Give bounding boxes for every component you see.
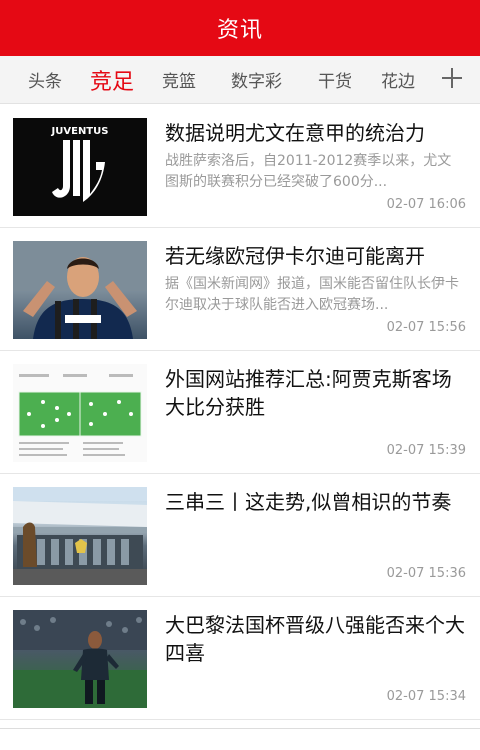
- category-tabs: 头条 竞足 竞篮 数字彩 干货 花边: [0, 56, 480, 104]
- article-list: JUVENTUS 数据说明尤文在意甲的统治力 战胜萨索洛后，自2011-2012…: [0, 105, 480, 720]
- tab-gossip[interactable]: 花边: [381, 67, 415, 92]
- juventus-logo-text: JUVENTUS: [51, 126, 109, 137]
- article-summary: 战胜萨索洛后，自2011-2012赛季以来，尤文图斯的联赛积分已经突破了600分…: [165, 153, 452, 190]
- tab-football[interactable]: 竞足: [90, 64, 134, 96]
- article-time: 02-07 15:34: [386, 689, 466, 704]
- article-thumbnail: [13, 364, 147, 462]
- tab-lottery[interactable]: 数字彩: [231, 67, 282, 92]
- article-summary: 据《国米新闻网》报道，国米能否留住队长伊卡尔迪取决于球队能否进入欧冠赛场...: [165, 276, 459, 313]
- article-title: 数据说明尤文在意甲的统治力: [165, 121, 425, 145]
- list-item[interactable]: 外国网站推荐汇总:阿贾克斯客场大比分获胜 02-07 15:39: [0, 351, 480, 474]
- list-item[interactable]: 若无缘欧冠伊卡尔迪可能离开 据《国米新闻网》报道，国米能否留住队长伊卡尔迪取决于…: [0, 228, 480, 351]
- article-title: 外国网站推荐汇总:阿贾克斯客场大比分获胜: [165, 367, 452, 419]
- article-thumbnail: [13, 241, 147, 339]
- article-time: 02-07 15:39: [386, 443, 466, 458]
- article-time: 02-07 15:56: [386, 320, 466, 335]
- page-title: 资讯: [216, 18, 263, 43]
- list-item[interactable]: 大巴黎法国杯晋级八强能否来个大四喜 02-07 15:34: [0, 597, 480, 720]
- tab-tips[interactable]: 干货: [318, 67, 352, 92]
- article-title: 大巴黎法国杯晋级八强能否来个大四喜: [165, 613, 465, 665]
- top-bar: 资讯: [0, 0, 480, 56]
- article-title: 三串三丨这走势,似曾相识的节奏: [165, 490, 452, 514]
- article-time: 02-07 16:06: [386, 197, 466, 212]
- list-item[interactable]: JUVENTUS 数据说明尤文在意甲的统治力 战胜萨索洛后，自2011-2012…: [0, 105, 480, 228]
- article-thumbnail: [13, 487, 147, 585]
- article-time: 02-07 15:36: [386, 566, 466, 581]
- tab-headlines[interactable]: 头条: [28, 67, 62, 92]
- plus-icon[interactable]: [440, 66, 464, 90]
- article-thumbnail: JUVENTUS: [13, 118, 147, 216]
- article-title: 若无缘欧冠伊卡尔迪可能离开: [165, 244, 425, 268]
- article-thumbnail: [13, 610, 147, 708]
- list-item[interactable]: 三串三丨这走势,似曾相识的节奏 02-07 15:36: [0, 474, 480, 597]
- bottom-navigation: [0, 728, 480, 750]
- tab-basketball[interactable]: 竞篮: [162, 67, 196, 92]
